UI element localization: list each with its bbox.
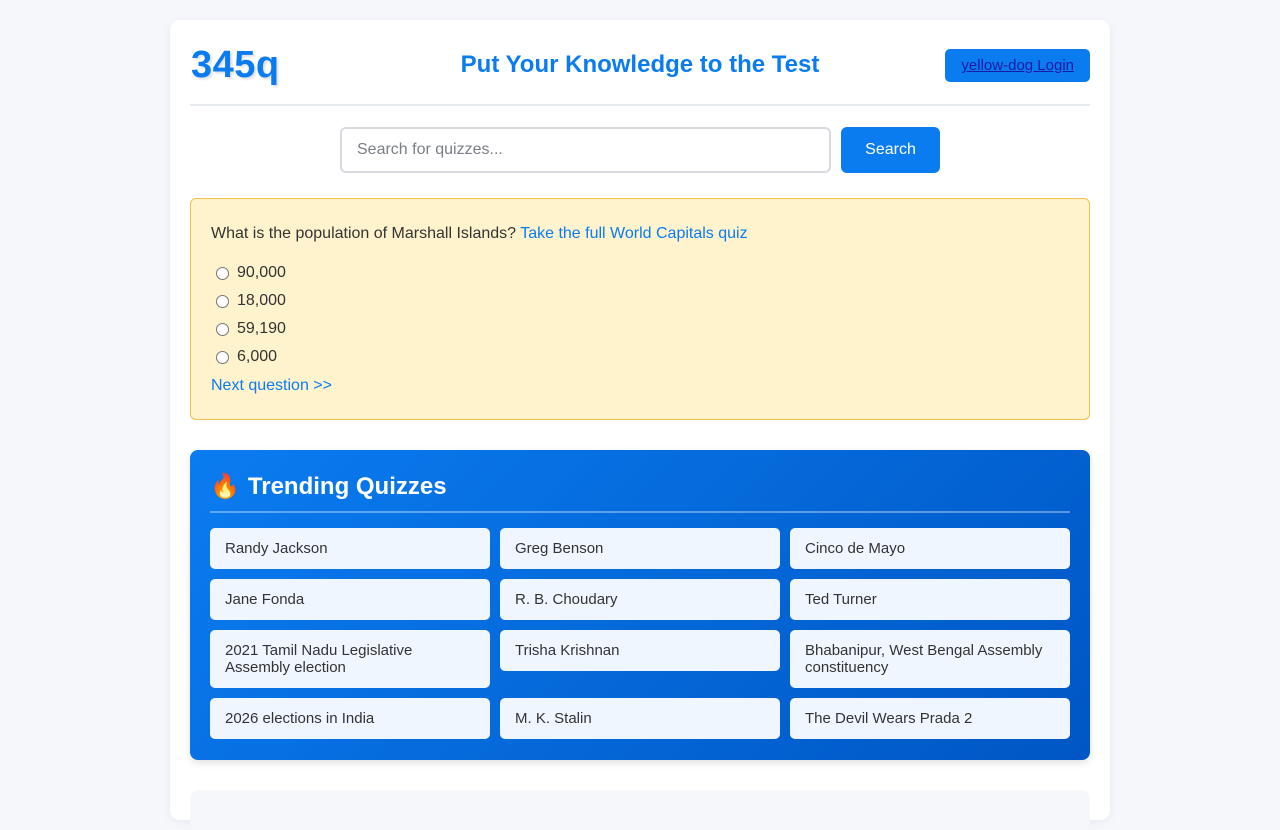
answer-radio[interactable] <box>216 322 229 336</box>
trending-quiz-card[interactable]: 2026 elections in India <box>210 698 490 739</box>
main-container: 345q Put Your Knowledge to the Test yell… <box>170 20 1110 830</box>
trending-quiz-card[interactable]: Randy Jackson <box>210 528 490 569</box>
daily-question-box: What is the population of Marshall Islan… <box>190 198 1090 420</box>
trending-quizzes-section: 🔥 Trending Quizzes Randy Jackson Greg Be… <box>190 450 1090 760</box>
trending-quiz-card[interactable]: M. K. Stalin <box>500 698 780 739</box>
answer-label: 18,000 <box>237 292 286 309</box>
answer-label: 6,000 <box>237 348 278 365</box>
trending-title: Trending Quizzes <box>247 472 447 500</box>
trending-grid: Randy Jackson Greg Benson Cinco de Mayo … <box>210 528 1070 739</box>
answer-radio[interactable] <box>216 266 229 280</box>
answer-label: 59,190 <box>237 320 286 337</box>
trending-quiz-card[interactable]: Bhabanipur, West Bengal Assembly constit… <box>790 630 1070 688</box>
answer-option[interactable]: 59,190 <box>211 315 1069 343</box>
answer-option[interactable]: 6,000 <box>211 343 1069 371</box>
question-line: What is the population of Marshall Islan… <box>211 225 1069 243</box>
full-quiz-link[interactable]: Take the full World Capitals quiz <box>520 225 747 242</box>
search-bar: Search <box>190 127 1090 173</box>
trending-quiz-card[interactable]: 2021 Tamil Nadu Legislative Assembly ele… <box>210 630 490 688</box>
answer-label: 90,000 <box>237 264 286 281</box>
trending-header: 🔥 Trending Quizzes <box>210 472 1070 513</box>
search-input[interactable] <box>340 127 831 173</box>
answer-radio[interactable] <box>216 350 229 364</box>
trending-quiz-card[interactable]: Cinco de Mayo <box>790 528 1070 569</box>
answer-options: 90,000 18,000 59,190 6,000 <box>211 259 1069 371</box>
answer-option[interactable]: 18,000 <box>211 287 1069 315</box>
answer-option[interactable]: 90,000 <box>211 259 1069 287</box>
trending-quiz-card[interactable]: Jane Fonda <box>210 579 490 620</box>
next-question-link[interactable]: Next question >> <box>211 377 332 395</box>
trending-quiz-card[interactable]: The Devil Wears Prada 2 <box>790 698 1070 739</box>
header: 345q Put Your Knowledge to the Test yell… <box>190 20 1090 106</box>
search-button[interactable]: Search <box>841 127 940 173</box>
trending-quiz-card[interactable]: Ted Turner <box>790 579 1070 620</box>
site-logo[interactable]: 345q <box>191 44 280 87</box>
answer-radio[interactable] <box>216 294 229 308</box>
question-text: What is the population of Marshall Islan… <box>211 225 517 242</box>
fire-icon: 🔥 <box>210 473 240 500</box>
trending-quiz-card[interactable]: R. B. Choudary <box>500 579 780 620</box>
trending-quiz-card[interactable]: Trisha Krishnan <box>500 630 780 671</box>
trending-quiz-card[interactable]: Greg Benson <box>500 528 780 569</box>
next-section-card <box>190 790 1090 830</box>
login-button[interactable]: yellow-dog Login <box>945 49 1090 82</box>
